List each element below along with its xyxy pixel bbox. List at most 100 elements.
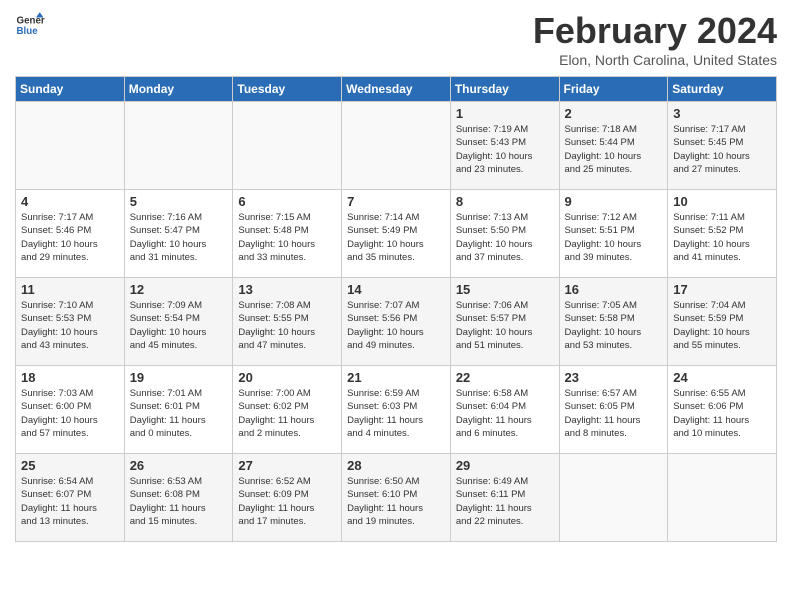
day-info: Sunrise: 7:17 AM Sunset: 5:45 PM Dayligh… xyxy=(673,123,771,176)
day-info: Sunrise: 6:58 AM Sunset: 6:04 PM Dayligh… xyxy=(456,387,554,440)
day-number: 5 xyxy=(130,194,228,209)
calendar-week-0: 1 Sunrise: 7:19 AM Sunset: 5:43 PM Daylig… xyxy=(16,102,777,190)
calendar-cell: 29 Sunrise: 6:49 AM Sunset: 6:11 PM Dayli… xyxy=(450,454,559,542)
column-header-sunday: Sunday xyxy=(16,77,125,102)
day-info: Sunrise: 7:05 AM Sunset: 5:58 PM Dayligh… xyxy=(565,299,663,352)
day-number: 29 xyxy=(456,458,554,473)
calendar-cell: 22 Sunrise: 6:58 AM Sunset: 6:04 PM Dayli… xyxy=(450,366,559,454)
day-number: 20 xyxy=(238,370,336,385)
day-number: 23 xyxy=(565,370,663,385)
calendar-cell: 15 Sunrise: 7:06 AM Sunset: 5:57 PM Dayli… xyxy=(450,278,559,366)
day-number: 28 xyxy=(347,458,445,473)
calendar-subtitle: Elon, North Carolina, United States xyxy=(533,52,777,68)
calendar-cell: 23 Sunrise: 6:57 AM Sunset: 6:05 PM Dayli… xyxy=(559,366,668,454)
day-info: Sunrise: 7:19 AM Sunset: 5:43 PM Dayligh… xyxy=(456,123,554,176)
day-number: 7 xyxy=(347,194,445,209)
header-row: SundayMondayTuesdayWednesdayThursdayFrid… xyxy=(16,77,777,102)
day-info: Sunrise: 6:59 AM Sunset: 6:03 PM Dayligh… xyxy=(347,387,445,440)
calendar-title: February 2024 xyxy=(533,10,777,52)
day-number: 4 xyxy=(21,194,119,209)
day-number: 9 xyxy=(565,194,663,209)
calendar-cell: 21Sunrise: 6:59 AM Sunset: 6:03 PM Dayli… xyxy=(342,366,451,454)
day-info: Sunrise: 7:15 AM Sunset: 5:48 PM Dayligh… xyxy=(238,211,336,264)
day-number: 6 xyxy=(238,194,336,209)
day-info: Sunrise: 7:01 AM Sunset: 6:01 PM Dayligh… xyxy=(130,387,228,440)
calendar-cell: 16 Sunrise: 7:05 AM Sunset: 5:58 PM Dayli… xyxy=(559,278,668,366)
calendar-cell: 12Sunrise: 7:09 AM Sunset: 5:54 PM Dayli… xyxy=(124,278,233,366)
day-info: Sunrise: 7:08 AM Sunset: 5:55 PM Dayligh… xyxy=(238,299,336,352)
day-info: Sunrise: 7:14 AM Sunset: 5:49 PM Dayligh… xyxy=(347,211,445,264)
calendar-cell xyxy=(16,102,125,190)
calendar-cell: 1 Sunrise: 7:19 AM Sunset: 5:43 PM Daylig… xyxy=(450,102,559,190)
calendar-cell: 28Sunrise: 6:50 AM Sunset: 6:10 PM Dayli… xyxy=(342,454,451,542)
calendar-week-3: 18 Sunrise: 7:03 AM Sunset: 6:00 PM Dayli… xyxy=(16,366,777,454)
column-header-friday: Friday xyxy=(559,77,668,102)
day-number: 18 xyxy=(21,370,119,385)
calendar-cell: 18 Sunrise: 7:03 AM Sunset: 6:00 PM Dayli… xyxy=(16,366,125,454)
calendar-cell: 17 Sunrise: 7:04 AM Sunset: 5:59 PM Dayli… xyxy=(668,278,777,366)
column-header-tuesday: Tuesday xyxy=(233,77,342,102)
calendar-cell: 27 Sunrise: 6:52 AM Sunset: 6:09 PM Dayli… xyxy=(233,454,342,542)
day-number: 10 xyxy=(673,194,771,209)
day-number: 14 xyxy=(347,282,445,297)
calendar-cell: 2Sunrise: 7:18 AM Sunset: 5:44 PM Daylig… xyxy=(559,102,668,190)
day-number: 13 xyxy=(238,282,336,297)
calendar-table: SundayMondayTuesdayWednesdayThursdayFrid… xyxy=(15,76,777,542)
day-number: 15 xyxy=(456,282,554,297)
day-info: Sunrise: 7:00 AM Sunset: 6:02 PM Dayligh… xyxy=(238,387,336,440)
calendar-cell xyxy=(342,102,451,190)
day-info: Sunrise: 7:06 AM Sunset: 5:57 PM Dayligh… xyxy=(456,299,554,352)
logo: General Blue xyxy=(15,10,45,40)
page-header: General Blue February 2024 Elon, North C… xyxy=(15,10,777,68)
calendar-cell: 7 Sunrise: 7:14 AM Sunset: 5:49 PM Daylig… xyxy=(342,190,451,278)
calendar-cell: 10 Sunrise: 7:11 AM Sunset: 5:52 PM Dayli… xyxy=(668,190,777,278)
day-info: Sunrise: 7:03 AM Sunset: 6:00 PM Dayligh… xyxy=(21,387,119,440)
calendar-cell: 19 Sunrise: 7:01 AM Sunset: 6:01 PM Dayli… xyxy=(124,366,233,454)
svg-text:Blue: Blue xyxy=(17,26,39,37)
calendar-week-4: 25 Sunrise: 6:54 AM Sunset: 6:07 PM Dayli… xyxy=(16,454,777,542)
calendar-cell: 26 Sunrise: 6:53 AM Sunset: 6:08 PM Dayli… xyxy=(124,454,233,542)
day-info: Sunrise: 7:17 AM Sunset: 5:46 PM Dayligh… xyxy=(21,211,119,264)
day-info: Sunrise: 7:04 AM Sunset: 5:59 PM Dayligh… xyxy=(673,299,771,352)
day-info: Sunrise: 6:54 AM Sunset: 6:07 PM Dayligh… xyxy=(21,475,119,528)
day-number: 3 xyxy=(673,106,771,121)
day-info: Sunrise: 7:13 AM Sunset: 5:50 PM Dayligh… xyxy=(456,211,554,264)
day-number: 25 xyxy=(21,458,119,473)
calendar-body: 1 Sunrise: 7:19 AM Sunset: 5:43 PM Daylig… xyxy=(16,102,777,542)
calendar-cell: 9 Sunrise: 7:12 AM Sunset: 5:51 PM Daylig… xyxy=(559,190,668,278)
day-number: 1 xyxy=(456,106,554,121)
column-header-saturday: Saturday xyxy=(668,77,777,102)
calendar-cell: 3 Sunrise: 7:17 AM Sunset: 5:45 PM Daylig… xyxy=(668,102,777,190)
day-number: 16 xyxy=(565,282,663,297)
day-info: Sunrise: 6:55 AM Sunset: 6:06 PM Dayligh… xyxy=(673,387,771,440)
calendar-cell xyxy=(559,454,668,542)
calendar-cell: 13 Sunrise: 7:08 AM Sunset: 5:55 PM Dayli… xyxy=(233,278,342,366)
calendar-week-2: 11 Sunrise: 7:10 AM Sunset: 5:53 PM Dayli… xyxy=(16,278,777,366)
column-header-wednesday: Wednesday xyxy=(342,77,451,102)
column-header-monday: Monday xyxy=(124,77,233,102)
calendar-cell: 24Sunrise: 6:55 AM Sunset: 6:06 PM Dayli… xyxy=(668,366,777,454)
day-number: 26 xyxy=(130,458,228,473)
day-number: 2 xyxy=(565,106,663,121)
calendar-week-1: 4 Sunrise: 7:17 AM Sunset: 5:46 PM Daylig… xyxy=(16,190,777,278)
day-info: Sunrise: 7:11 AM Sunset: 5:52 PM Dayligh… xyxy=(673,211,771,264)
calendar-cell xyxy=(124,102,233,190)
day-info: Sunrise: 7:12 AM Sunset: 5:51 PM Dayligh… xyxy=(565,211,663,264)
day-info: Sunrise: 6:52 AM Sunset: 6:09 PM Dayligh… xyxy=(238,475,336,528)
calendar-cell: 25 Sunrise: 6:54 AM Sunset: 6:07 PM Dayli… xyxy=(16,454,125,542)
day-number: 27 xyxy=(238,458,336,473)
calendar-cell: 14Sunrise: 7:07 AM Sunset: 5:56 PM Dayli… xyxy=(342,278,451,366)
day-info: Sunrise: 6:57 AM Sunset: 6:05 PM Dayligh… xyxy=(565,387,663,440)
day-info: Sunrise: 7:16 AM Sunset: 5:47 PM Dayligh… xyxy=(130,211,228,264)
calendar-cell xyxy=(668,454,777,542)
day-info: Sunrise: 7:10 AM Sunset: 5:53 PM Dayligh… xyxy=(21,299,119,352)
day-number: 19 xyxy=(130,370,228,385)
day-number: 8 xyxy=(456,194,554,209)
day-number: 17 xyxy=(673,282,771,297)
calendar-header: SundayMondayTuesdayWednesdayThursdayFrid… xyxy=(16,77,777,102)
day-info: Sunrise: 6:53 AM Sunset: 6:08 PM Dayligh… xyxy=(130,475,228,528)
day-number: 22 xyxy=(456,370,554,385)
day-number: 11 xyxy=(21,282,119,297)
day-info: Sunrise: 6:49 AM Sunset: 6:11 PM Dayligh… xyxy=(456,475,554,528)
logo-icon: General Blue xyxy=(15,10,45,40)
